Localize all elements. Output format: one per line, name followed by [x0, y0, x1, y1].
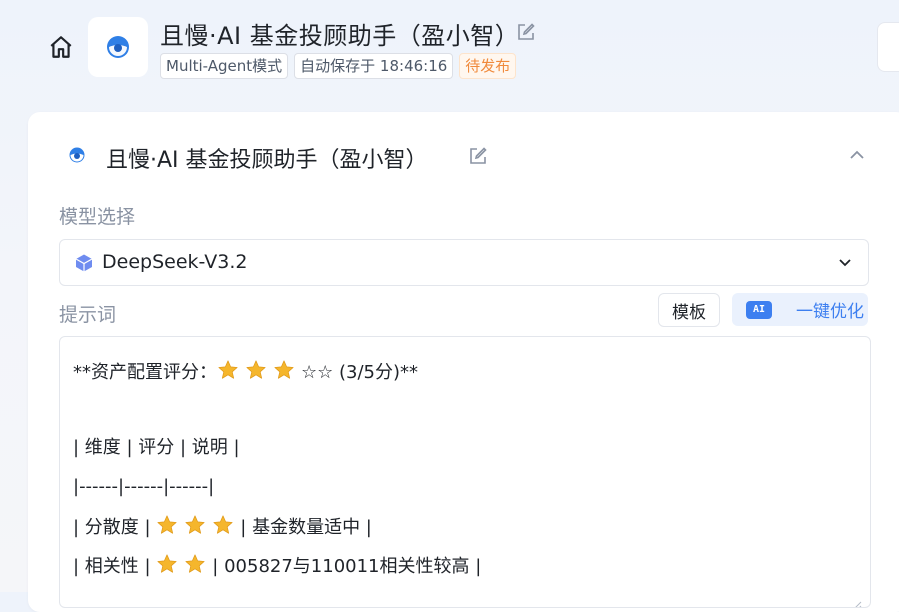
prompt-text: | 基金数量适中 |: [240, 517, 372, 538]
status-badge: 待发布: [459, 53, 517, 79]
edit-icon: [470, 147, 487, 164]
prompt-text: | 相关性 |: [73, 556, 157, 577]
star-icon: [274, 360, 294, 379]
prompt-line: | 相关性 | | 005827与110011相关性较高 |: [73, 553, 481, 578]
star-icon: [185, 554, 205, 573]
edit-agent-title-button[interactable]: [468, 146, 488, 170]
app-title: 且慢·AI 基金投顾助手（盈小智）: [160, 22, 520, 50]
agent-logo-icon: [69, 147, 85, 163]
star-rating: [217, 360, 301, 383]
chevron-down-icon: [839, 259, 851, 267]
status-tags: Multi-Agent模式 自动保存于 18:46:16 待发布: [160, 53, 517, 79]
star-rating: [156, 554, 212, 577]
prompt-textarea[interactable]: **资产配置评分： ☆☆ (3/5分)** | 维度 | 评分 | 说明 | |-…: [59, 336, 871, 608]
prompt-line: **资产配置评分： ☆☆ (3/5分)**: [73, 359, 418, 384]
star-icon: [157, 554, 177, 573]
prompt-line: | 分散度 | | 基金数量适中 |: [73, 514, 372, 539]
prompt-text: | 分散度 |: [73, 517, 157, 538]
autosave-tag: 自动保存于 18:46:16: [294, 53, 454, 79]
mode-tag: Multi-Agent模式: [160, 53, 289, 79]
resize-handle-icon[interactable]: [852, 601, 862, 608]
edit-title-button[interactable]: [516, 22, 536, 46]
edit-icon: [518, 23, 535, 40]
optimize-label: 一键优化: [796, 302, 864, 322]
home-icon: [50, 36, 72, 58]
header-action-button[interactable]: [877, 22, 899, 72]
prompt-line: |------|------|------|: [73, 476, 215, 497]
model-selected-value: DeepSeek-V3.2: [102, 251, 248, 273]
ai-badge-icon: AI: [746, 300, 772, 319]
star-icon: [185, 515, 205, 534]
model-select[interactable]: DeepSeek-V3.2: [59, 239, 869, 286]
chevron-up-icon: [850, 150, 864, 159]
prompt-text: | 005827与110011相关性较高 |: [212, 556, 482, 577]
star-icon: [213, 515, 233, 534]
star-rating: [156, 515, 240, 538]
prompt-text: ☆☆ (3/5分)**: [301, 362, 419, 383]
template-button[interactable]: 模板: [658, 293, 720, 327]
star-icon: [218, 360, 238, 379]
one-click-optimize-button[interactable]: AI 一键优化: [732, 293, 868, 326]
agent-title: 且慢·AI 基金投顾助手（盈小智）: [106, 148, 428, 173]
prompt-section-label: 提示词: [59, 304, 117, 326]
home-button[interactable]: [44, 30, 78, 64]
cube-icon: [75, 254, 93, 272]
prompt-text: **资产配置评分：: [73, 362, 217, 383]
star-icon: [157, 515, 177, 534]
collapse-button[interactable]: [845, 143, 869, 167]
model-section-label: 模型选择: [59, 206, 136, 228]
prompt-line: | 维度 | 评分 | 说明 |: [73, 437, 240, 458]
star-icon: [246, 360, 266, 379]
app-logo-icon: [107, 36, 129, 58]
top-bar: 且慢·AI 基金投顾助手（盈小智） Multi-Agent模式 自动保存于 18…: [0, 0, 899, 100]
app-logo: [88, 17, 148, 77]
